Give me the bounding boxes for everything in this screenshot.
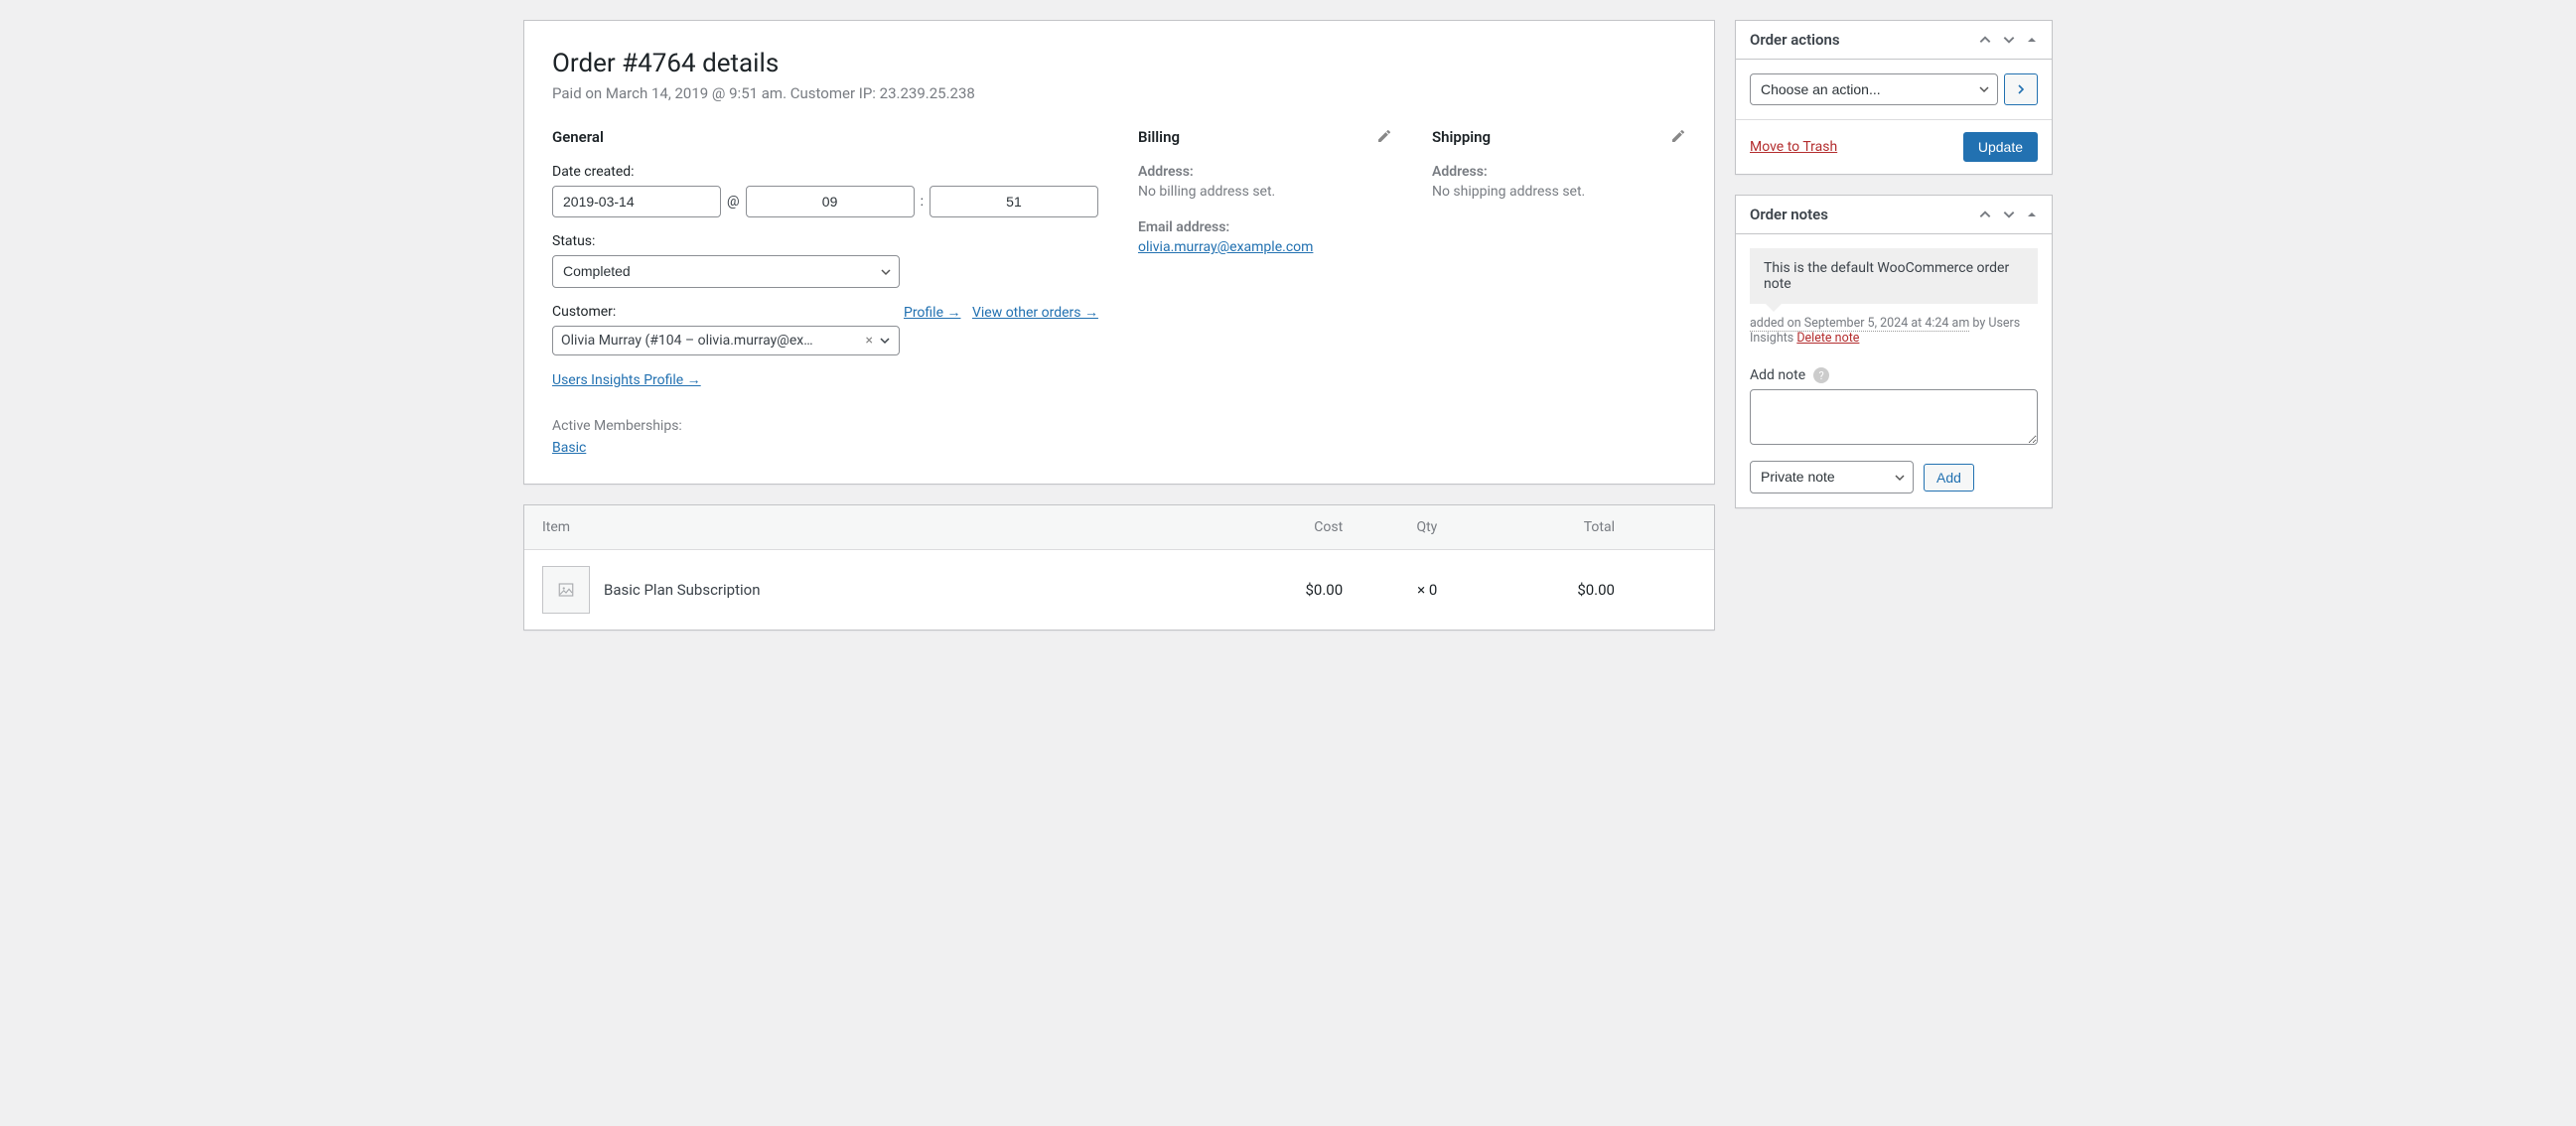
col-total: Total	[1455, 505, 1714, 550]
delete-note-link[interactable]: Delete note	[1796, 331, 1859, 346]
shipping-heading: Shipping	[1432, 128, 1686, 146]
order-note: This is the default WooCommerce order no…	[1750, 248, 2038, 304]
pencil-icon[interactable]	[1376, 128, 1392, 144]
hour-input[interactable]	[746, 186, 915, 217]
move-to-trash-link[interactable]: Move to Trash	[1750, 139, 1837, 155]
membership-link[interactable]: Basic	[552, 440, 586, 456]
add-note-button[interactable]: Add	[1924, 464, 1974, 492]
pencil-icon[interactable]	[1670, 128, 1686, 144]
order-details-panel: Order #4764 details Paid on March 14, 20…	[523, 20, 1715, 485]
help-icon[interactable]: ?	[1813, 367, 1829, 383]
time-separator: :	[921, 194, 924, 210]
profile-link[interactable]: Profile →	[904, 305, 960, 321]
billing-address-empty: No billing address set.	[1138, 184, 1392, 200]
chevron-up-icon[interactable]	[1978, 208, 1992, 221]
order-items-panel: Item Cost Qty Total Basic P	[523, 504, 1715, 631]
note-text: This is the default WooCommerce order no…	[1764, 260, 2009, 292]
general-heading: General	[552, 128, 1098, 146]
billing-address-label: Address:	[1138, 164, 1392, 180]
items-table: Item Cost Qty Total Basic P	[524, 505, 1714, 630]
page-title: Order #4764 details	[552, 49, 1686, 78]
users-insights-profile-link[interactable]: Users Insights Profile →	[552, 372, 701, 388]
chevron-down-icon[interactable]	[2002, 208, 2016, 221]
minute-input[interactable]	[930, 186, 1098, 217]
item-cost: $0.00	[1238, 549, 1360, 630]
item-qty: × 0	[1360, 549, 1455, 630]
chevron-down-icon	[879, 335, 891, 347]
date-input[interactable]	[552, 186, 721, 217]
chevron-right-icon	[2015, 83, 2027, 95]
at-label: @	[727, 194, 740, 210]
item-name: Basic Plan Subscription	[604, 581, 760, 599]
billing-heading: Billing	[1138, 128, 1392, 146]
chevron-down-icon[interactable]	[2002, 33, 2016, 47]
order-actions-panel: Order actions Choose an action...	[1735, 20, 2053, 175]
action-select[interactable]: Choose an action...	[1750, 73, 1998, 105]
col-item: Item	[524, 505, 1238, 550]
note-meta: added on September 5, 2024 at 4:24 am by…	[1750, 316, 2038, 346]
order-meta: Paid on March 14, 2019 @ 9:51 am. Custom…	[552, 84, 1686, 102]
col-cost: Cost	[1238, 505, 1360, 550]
caret-up-icon[interactable]	[2026, 209, 2038, 220]
billing-column: Billing Address: No billing address set.…	[1138, 128, 1392, 456]
general-column: General Date created: @ :	[552, 128, 1098, 456]
order-notes-panel: Order notes This is the default WooComme…	[1735, 195, 2053, 507]
status-label: Status:	[552, 233, 1098, 249]
update-button[interactable]: Update	[1963, 132, 2038, 162]
apply-action-button[interactable]	[2004, 73, 2038, 105]
table-header-row: Item Cost Qty Total	[524, 505, 1714, 550]
shipping-address-label: Address:	[1432, 164, 1686, 180]
order-actions-title: Order actions	[1750, 31, 1840, 49]
shipping-column: Shipping Address: No shipping address se…	[1432, 128, 1686, 456]
caret-up-icon[interactable]	[2026, 34, 2038, 46]
clear-icon[interactable]: ×	[866, 333, 873, 349]
chevron-up-icon[interactable]	[1978, 33, 1992, 47]
item-total: $0.00	[1455, 549, 1714, 630]
col-qty: Qty	[1360, 505, 1455, 550]
image-placeholder-icon	[542, 566, 590, 614]
order-notes-title: Order notes	[1750, 206, 1828, 223]
date-created-label: Date created:	[552, 164, 1098, 180]
note-textarea[interactable]	[1750, 389, 2038, 445]
customer-label: Customer:	[552, 304, 616, 320]
note-type-select[interactable]: Private note	[1750, 461, 1914, 493]
shipping-address-empty: No shipping address set.	[1432, 184, 1686, 200]
billing-email-link[interactable]: olivia.murray@example.com	[1138, 239, 1313, 255]
customer-value: Olivia Murray (#104 – olivia.murray@ex…	[561, 333, 860, 349]
memberships-label: Active Memberships:	[552, 418, 1098, 434]
customer-select[interactable]: Olivia Murray (#104 – olivia.murray@ex… …	[552, 326, 900, 355]
status-select[interactable]: Completed	[552, 255, 900, 287]
billing-email-label: Email address:	[1138, 219, 1392, 235]
note-date: added on September 5, 2024 at 4:24 am	[1750, 316, 1969, 332]
add-note-label: Add note	[1750, 367, 1805, 383]
view-other-orders-link[interactable]: View other orders →	[972, 305, 1098, 321]
table-row: Basic Plan Subscription $0.00 × 0 $0.00	[524, 549, 1714, 630]
